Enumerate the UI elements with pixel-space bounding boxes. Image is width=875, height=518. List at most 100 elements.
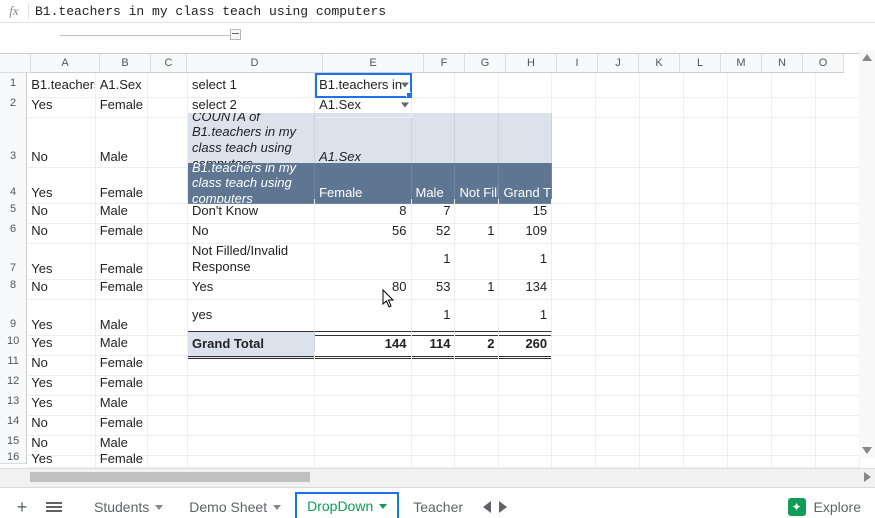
horizontal-scrollbar[interactable] (0, 468, 875, 487)
scroll-down-icon[interactable] (862, 447, 872, 454)
dropdown-icon[interactable] (401, 103, 409, 108)
cell-E7[interactable] (315, 239, 411, 280)
cell-J3[interactable] (596, 113, 640, 168)
cell-K16[interactable] (640, 451, 684, 468)
cell-K4[interactable] (640, 163, 684, 204)
chevron-down-icon[interactable] (155, 505, 163, 510)
cell-C7[interactable] (148, 239, 188, 280)
vertical-scrollbar[interactable] (859, 50, 875, 458)
cell-H16[interactable] (499, 451, 552, 468)
sheet-nav-right[interactable] (499, 501, 507, 513)
cell-N7[interactable] (772, 239, 816, 280)
dropdown-icon[interactable] (401, 83, 409, 88)
cell-M4[interactable] (728, 163, 772, 204)
column-header-N[interactable]: N (762, 54, 803, 73)
column-header-O[interactable]: O (803, 54, 844, 73)
cell-N16[interactable] (772, 451, 816, 468)
row-header-12[interactable]: 12 (0, 371, 27, 392)
cell-D9[interactable]: yes (188, 295, 315, 336)
column-header-E[interactable]: E (323, 54, 424, 73)
cell-K3[interactable] (640, 113, 684, 168)
row-header-16[interactable]: 16 (0, 451, 27, 464)
cell-I3[interactable] (552, 113, 596, 168)
row-header-2[interactable]: 2 (0, 93, 27, 114)
row-header-6[interactable]: 6 (0, 219, 27, 240)
cell-B4[interactable]: Female (96, 163, 149, 204)
cell-C3[interactable] (148, 113, 188, 168)
group-collapse-toggle[interactable] (230, 29, 241, 40)
cell-F4[interactable]: Male (412, 163, 456, 204)
row-header-11[interactable]: 11 (0, 351, 27, 372)
row-header-9[interactable]: 9 (0, 295, 27, 334)
cell-E3[interactable]: A1.Sex (315, 113, 411, 168)
all-sheets-button[interactable] (40, 493, 68, 518)
horizontal-scroll-thumb[interactable] (30, 472, 310, 482)
selection-handle[interactable] (406, 92, 412, 98)
explore-button[interactable]: Explore (788, 498, 861, 516)
cell-I16[interactable] (552, 451, 596, 468)
cell-J7[interactable] (596, 239, 640, 280)
row-header-8[interactable]: 8 (0, 275, 27, 296)
cell-A3[interactable]: No (27, 113, 95, 168)
cell-G3[interactable] (455, 113, 499, 168)
cell-J9[interactable] (596, 295, 640, 336)
add-sheet-button[interactable]: + (8, 493, 36, 518)
cell-L7[interactable] (684, 239, 728, 280)
cell-N9[interactable] (772, 295, 816, 336)
column-header-C[interactable]: C (151, 54, 187, 73)
formula-input[interactable]: B1.teachers in my class teach using comp… (35, 4, 386, 19)
cell-B9[interactable]: Male (96, 295, 149, 336)
cell-H3[interactable] (499, 113, 552, 168)
cell-G9[interactable] (455, 295, 499, 336)
sheet-nav-left[interactable] (483, 501, 491, 513)
cell-K7[interactable] (640, 239, 684, 280)
row-header-13[interactable]: 13 (0, 391, 27, 412)
cell-O4[interactable] (816, 163, 860, 204)
cell-B16[interactable]: Female (96, 451, 149, 468)
sheet-tab-dropdown[interactable]: DropDown (295, 492, 399, 518)
cell-G4[interactable]: Not Fille (455, 163, 499, 204)
sheet-tab-teacher[interactable]: Teacher (401, 492, 475, 518)
select-all-corner[interactable] (0, 54, 31, 73)
column-header-I[interactable]: I (557, 54, 598, 73)
cell-N3[interactable] (772, 113, 816, 168)
cell-L3[interactable] (684, 113, 728, 168)
row-header-1[interactable]: 1 (0, 73, 27, 94)
cell-H4[interactable]: Grand T (499, 163, 552, 204)
cell-E9[interactable] (315, 295, 411, 336)
cell-G16[interactable] (455, 451, 499, 468)
column-header-F[interactable]: F (424, 54, 465, 73)
cell-G7[interactable] (455, 239, 499, 280)
cell-D3[interactable]: COUNTA of B1.teachers in my class teach … (188, 113, 315, 168)
cell-H9[interactable]: 1 (499, 295, 552, 336)
cell-I9[interactable] (552, 295, 596, 336)
cell-B7[interactable]: Female (96, 239, 149, 280)
cell-A7[interactable]: Yes (27, 239, 95, 280)
cell-O16[interactable] (816, 451, 860, 468)
cell-E16[interactable] (315, 451, 411, 468)
cell-I4[interactable] (552, 163, 596, 204)
column-header-K[interactable]: K (639, 54, 680, 73)
cell-E1[interactable]: B1.teachers in (315, 73, 411, 98)
cell-O3[interactable] (816, 113, 860, 168)
cell-F7[interactable]: 1 (412, 239, 456, 280)
cell-N4[interactable] (772, 163, 816, 204)
column-header-G[interactable]: G (465, 54, 506, 73)
cell-K9[interactable] (640, 295, 684, 336)
cell-E4[interactable]: Female (315, 163, 411, 204)
cell-F16[interactable] (412, 451, 456, 468)
cell-M3[interactable] (728, 113, 772, 168)
sheet-tab-demo-sheet[interactable]: Demo Sheet (177, 492, 293, 518)
row-header-4[interactable]: 4 (0, 163, 27, 202)
column-header-A[interactable]: A (31, 54, 100, 73)
cell-H7[interactable]: 1 (499, 239, 552, 280)
row-header-10[interactable]: 10 (0, 331, 27, 352)
cell-C4[interactable] (148, 163, 188, 204)
scroll-up-icon[interactable] (862, 54, 872, 61)
chevron-down-icon[interactable] (273, 505, 281, 510)
row-header-7[interactable]: 7 (0, 239, 27, 278)
chevron-down-icon[interactable] (379, 504, 387, 509)
row-header-15[interactable]: 15 (0, 431, 27, 452)
cell-J4[interactable] (596, 163, 640, 204)
cell-D16[interactable] (188, 451, 315, 468)
